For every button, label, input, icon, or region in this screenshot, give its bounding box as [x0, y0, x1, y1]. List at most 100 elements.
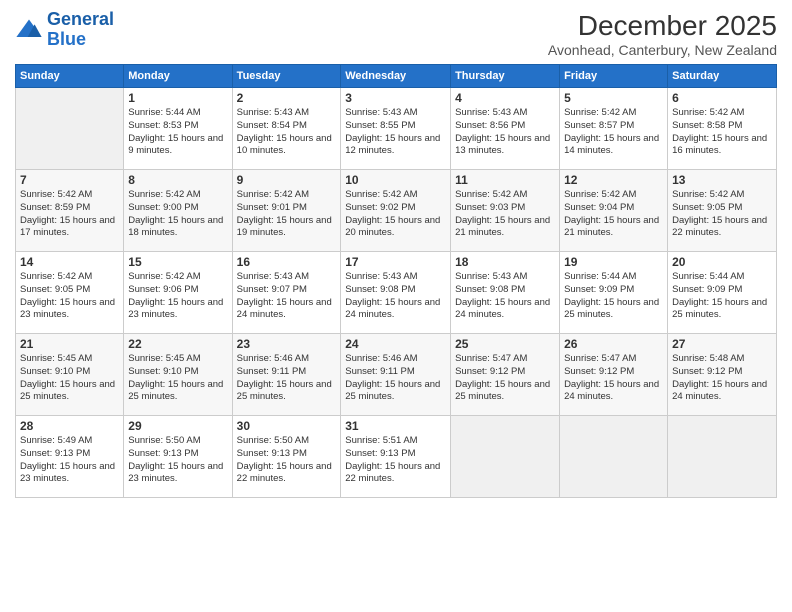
day-cell: 18 Sunrise: 5:43 AMSunset: 9:08 PMDayligh… — [451, 252, 560, 334]
day-cell: 19 Sunrise: 5:44 AMSunset: 9:09 PMDayligh… — [560, 252, 668, 334]
day-number: 2 — [237, 91, 337, 105]
day-number: 15 — [128, 255, 227, 269]
day-cell: 7 Sunrise: 5:42 AMSunset: 8:59 PMDaylight… — [16, 170, 124, 252]
day-cell — [560, 416, 668, 498]
title-area: December 2025 Avonhead, Canterbury, New … — [548, 10, 777, 58]
day-cell: 20 Sunrise: 5:44 AMSunset: 9:09 PMDayligh… — [668, 252, 777, 334]
day-info: Sunrise: 5:42 AMSunset: 9:05 PMDaylight:… — [20, 271, 119, 322]
col-header-saturday: Saturday — [668, 65, 777, 88]
day-cell: 23 Sunrise: 5:46 AMSunset: 9:11 PMDayligh… — [232, 334, 341, 416]
day-cell: 16 Sunrise: 5:43 AMSunset: 9:07 PMDayligh… — [232, 252, 341, 334]
day-number: 29 — [128, 419, 227, 433]
day-number: 21 — [20, 337, 119, 351]
day-info: Sunrise: 5:42 AMSunset: 9:00 PMDaylight:… — [128, 189, 227, 240]
day-cell — [16, 88, 124, 170]
day-info: Sunrise: 5:42 AMSunset: 8:58 PMDaylight:… — [672, 107, 772, 158]
day-number: 17 — [345, 255, 446, 269]
day-cell: 4Sunrise: 5:43 AMSunset: 8:56 PMDaylight… — [451, 88, 560, 170]
day-cell: 11 Sunrise: 5:42 AMSunset: 9:03 PMDayligh… — [451, 170, 560, 252]
day-info: Sunrise: 5:43 AMSunset: 9:08 PMDaylight:… — [345, 271, 446, 322]
day-cell: 9Sunrise: 5:42 AMSunset: 9:01 PMDaylight… — [232, 170, 341, 252]
day-number: 18 — [455, 255, 555, 269]
day-cell: 30Sunrise: 5:50 AMSunset: 9:13 PMDayligh… — [232, 416, 341, 498]
day-info: Sunrise: 5:42 AMSunset: 9:03 PMDaylight:… — [455, 189, 555, 240]
day-cell: 14 Sunrise: 5:42 AMSunset: 9:05 PMDayligh… — [16, 252, 124, 334]
day-number: 6 — [672, 91, 772, 105]
day-info: Sunrise: 5:42 AMSunset: 9:04 PMDaylight:… — [564, 189, 663, 240]
logo-text: General Blue — [47, 10, 114, 50]
day-info: Sunrise: 5:47 AMSunset: 9:12 PMDaylight:… — [564, 353, 663, 404]
col-header-monday: Monday — [124, 65, 232, 88]
day-number: 31 — [345, 419, 446, 433]
day-number: 14 — [20, 255, 119, 269]
day-info: Sunrise: 5:49 AMSunset: 9:13 PMDaylight:… — [20, 435, 119, 486]
page: General Blue December 2025 Avonhead, Can… — [0, 0, 792, 612]
day-cell: 6 Sunrise: 5:42 AMSunset: 8:58 PMDaylight… — [668, 88, 777, 170]
day-number: 12 — [564, 173, 663, 187]
day-info: Sunrise: 5:46 AMSunset: 9:11 PMDaylight:… — [345, 353, 446, 404]
col-header-thursday: Thursday — [451, 65, 560, 88]
day-info: Sunrise: 5:43 AMSunset: 8:56 PMDaylight:… — [455, 107, 555, 158]
day-info: Sunrise: 5:43 AMSunset: 8:55 PMDaylight:… — [345, 107, 446, 158]
day-number: 1 — [128, 91, 227, 105]
day-cell: 24 Sunrise: 5:46 AMSunset: 9:11 PMDayligh… — [341, 334, 451, 416]
day-info: Sunrise: 5:45 AMSunset: 9:10 PMDaylight:… — [20, 353, 119, 404]
day-info: Sunrise: 5:42 AMSunset: 8:59 PMDaylight:… — [20, 189, 119, 240]
month-title: December 2025 — [548, 10, 777, 42]
logo-icon — [15, 16, 43, 44]
day-cell: 3 Sunrise: 5:43 AMSunset: 8:55 PMDaylight… — [341, 88, 451, 170]
day-number: 20 — [672, 255, 772, 269]
day-cell — [668, 416, 777, 498]
day-number: 3 — [345, 91, 446, 105]
day-info: Sunrise: 5:46 AMSunset: 9:11 PMDaylight:… — [237, 353, 337, 404]
day-number: 13 — [672, 173, 772, 187]
day-number: 25 — [455, 337, 555, 351]
day-number: 16 — [237, 255, 337, 269]
day-info: Sunrise: 5:50 AMSunset: 9:13 PMDaylight:… — [237, 435, 337, 486]
day-info: Sunrise: 5:42 AMSunset: 9:01 PMDaylight:… — [237, 189, 337, 240]
logo: General Blue — [15, 10, 114, 50]
day-info: Sunrise: 5:42 AMSunset: 9:06 PMDaylight:… — [128, 271, 227, 322]
calendar-table: SundayMondayTuesdayWednesdayThursdayFrid… — [15, 64, 777, 498]
week-row-1: 1Sunrise: 5:44 AMSunset: 8:53 PMDaylight… — [16, 88, 777, 170]
day-info: Sunrise: 5:47 AMSunset: 9:12 PMDaylight:… — [455, 353, 555, 404]
week-row-2: 7 Sunrise: 5:42 AMSunset: 8:59 PMDaylight… — [16, 170, 777, 252]
day-cell: 10 Sunrise: 5:42 AMSunset: 9:02 PMDayligh… — [341, 170, 451, 252]
day-cell: 17 Sunrise: 5:43 AMSunset: 9:08 PMDayligh… — [341, 252, 451, 334]
day-info: Sunrise: 5:43 AMSunset: 9:08 PMDaylight:… — [455, 271, 555, 322]
header: General Blue December 2025 Avonhead, Can… — [15, 10, 777, 58]
day-cell: 28 Sunrise: 5:49 AMSunset: 9:13 PMDayligh… — [16, 416, 124, 498]
day-cell: 31 Sunrise: 5:51 AMSunset: 9:13 PMDayligh… — [341, 416, 451, 498]
logo-line1: General — [47, 9, 114, 29]
day-info: Sunrise: 5:44 AMSunset: 9:09 PMDaylight:… — [564, 271, 663, 322]
day-info: Sunrise: 5:42 AMSunset: 9:05 PMDaylight:… — [672, 189, 772, 240]
day-info: Sunrise: 5:48 AMSunset: 9:12 PMDaylight:… — [672, 353, 772, 404]
day-number: 10 — [345, 173, 446, 187]
day-number: 28 — [20, 419, 119, 433]
day-number: 19 — [564, 255, 663, 269]
day-cell — [451, 416, 560, 498]
subtitle: Avonhead, Canterbury, New Zealand — [548, 42, 777, 58]
day-cell: 15 Sunrise: 5:42 AMSunset: 9:06 PMDayligh… — [124, 252, 232, 334]
day-info: Sunrise: 5:42 AMSunset: 9:02 PMDaylight:… — [345, 189, 446, 240]
col-header-friday: Friday — [560, 65, 668, 88]
day-number: 23 — [237, 337, 337, 351]
day-cell: 26 Sunrise: 5:47 AMSunset: 9:12 PMDayligh… — [560, 334, 668, 416]
day-cell: 5Sunrise: 5:42 AMSunset: 8:57 PMDaylight… — [560, 88, 668, 170]
day-number: 26 — [564, 337, 663, 351]
day-info: Sunrise: 5:45 AMSunset: 9:10 PMDaylight:… — [128, 353, 227, 404]
col-header-wednesday: Wednesday — [341, 65, 451, 88]
day-info: Sunrise: 5:43 AMSunset: 9:07 PMDaylight:… — [237, 271, 337, 322]
day-number: 24 — [345, 337, 446, 351]
day-info: Sunrise: 5:44 AMSunset: 9:09 PMDaylight:… — [672, 271, 772, 322]
day-number: 27 — [672, 337, 772, 351]
col-header-sunday: Sunday — [16, 65, 124, 88]
day-number: 7 — [20, 173, 119, 187]
day-number: 11 — [455, 173, 555, 187]
day-cell: 21 Sunrise: 5:45 AMSunset: 9:10 PMDayligh… — [16, 334, 124, 416]
day-number: 8 — [128, 173, 227, 187]
day-cell: 8 Sunrise: 5:42 AMSunset: 9:00 PMDaylight… — [124, 170, 232, 252]
day-info: Sunrise: 5:51 AMSunset: 9:13 PMDaylight:… — [345, 435, 446, 486]
week-row-4: 21 Sunrise: 5:45 AMSunset: 9:10 PMDayligh… — [16, 334, 777, 416]
week-row-5: 28 Sunrise: 5:49 AMSunset: 9:13 PMDayligh… — [16, 416, 777, 498]
